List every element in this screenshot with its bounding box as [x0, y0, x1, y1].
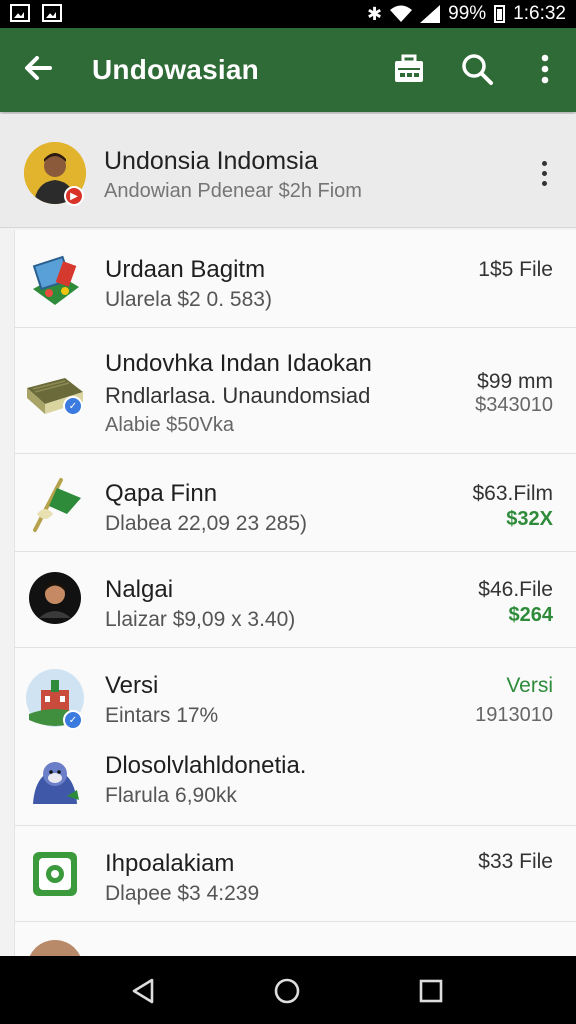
clock: 1:6:32	[513, 3, 566, 24]
bluetooth-icon: ✱	[367, 4, 383, 24]
navigation-bar	[0, 956, 576, 1024]
item-subtitle: Dlapee $3 4:239	[105, 882, 260, 905]
more-vert-icon[interactable]	[526, 50, 564, 88]
item-price: $33 File	[478, 850, 553, 873]
account-name: Undonsia Indomsia	[104, 147, 319, 175]
mascot-icon	[33, 762, 79, 804]
item-title: Qapa Finn	[105, 480, 218, 507]
image-notification-icon	[42, 4, 62, 22]
account-header[interactable]: ▶ Undonsia Indomsia Andowian Pdenear $2h…	[0, 114, 576, 228]
item-subtitle: Dlabea 22,09 23 285)	[105, 512, 307, 535]
item-amount: $264	[508, 604, 554, 626]
app-title: Undowasian	[92, 54, 259, 85]
item-title: Nalgai	[105, 576, 174, 603]
item-subtitle: Ularela $2 0. 583)	[105, 288, 272, 311]
youtube-badge-icon: ▶	[64, 186, 84, 206]
item-subtitle: Rndlarlasa. Unaundomsiad	[105, 383, 371, 408]
account-more-icon[interactable]	[532, 156, 556, 190]
app-bar: Undowasian	[0, 28, 576, 112]
battery-icon	[494, 5, 506, 23]
wifi-icon	[390, 5, 413, 22]
item-subtitle: Flarula 6,90kk	[105, 784, 237, 807]
camera-app-icon	[33, 852, 77, 896]
item-amount: 1913010	[475, 704, 553, 726]
list-item[interactable]: Qapa Finn Dlabea 22,09 23 285) $63.Film …	[15, 454, 576, 552]
status-bar: ✱ 99% 1:6:32	[0, 0, 576, 28]
item-subtitle: Eintars 17%	[105, 704, 219, 727]
list-item[interactable]: ✓ Versi Eintars 17% Versi 1913010 Dlosol…	[15, 648, 576, 826]
item-price: 1$5 File	[478, 258, 553, 281]
nav-home-icon[interactable]	[270, 974, 304, 1008]
list-item[interactable]: Nalgai Llaizar $9,09 x 3.40) $46.File $2…	[15, 552, 576, 648]
nav-back-icon[interactable]	[126, 974, 160, 1008]
item-amount: $343010	[475, 394, 553, 416]
arrow-back-icon[interactable]	[20, 50, 56, 86]
item-thumbnail	[29, 940, 81, 956]
item-price: $63.Film	[472, 482, 553, 505]
gift-map-icon	[32, 255, 79, 305]
briefcase-icon[interactable]	[390, 50, 428, 88]
item-extra: Alabie $50Vka	[105, 414, 234, 436]
nav-recent-icon[interactable]	[414, 974, 448, 1008]
item-title: Undovhka Indan Idaokan	[105, 350, 372, 377]
item-label: Versi	[506, 674, 553, 697]
item-price: $46.File	[478, 578, 553, 601]
account-subtitle: Andowian Pdenear $2h Fiom	[104, 180, 362, 202]
search-icon[interactable]	[458, 50, 496, 88]
item-title: Urdaan Bagitm	[105, 256, 266, 283]
item-subtitle: Llaizar $9,09 x 3.40)	[105, 608, 296, 631]
list-item[interactable]	[15, 922, 576, 956]
battery-percent: 99%	[448, 3, 487, 24]
verified-badge-icon: ✓	[63, 710, 83, 730]
item-list: Urdaan Bagitm Ularela $2 0. 583) 1$5 Fil…	[14, 230, 576, 956]
signal-icon	[420, 5, 441, 23]
list-item[interactable]: Urdaan Bagitm Ularela $2 0. 583) 1$5 Fil…	[15, 230, 576, 328]
item-amount: $32X	[506, 508, 553, 530]
person-avatar	[29, 572, 81, 624]
gallery-notification-icon	[10, 4, 30, 22]
list-item[interactable]: Ihpoalakiam Dlapee $3 4:239 $33 File	[15, 826, 576, 922]
item-price: $99 mm	[477, 370, 553, 393]
list-item[interactable]: ✓ Undovhka Indan Idaokan Rndlarlasa. Una…	[15, 328, 576, 454]
item-title: Ihpoalakiam	[105, 850, 235, 877]
item-title: Dlosolvlahldonetia.	[105, 752, 307, 779]
item-title: Versi	[105, 672, 159, 699]
verified-badge-icon: ✓	[63, 396, 83, 416]
flag-icon	[33, 478, 81, 532]
